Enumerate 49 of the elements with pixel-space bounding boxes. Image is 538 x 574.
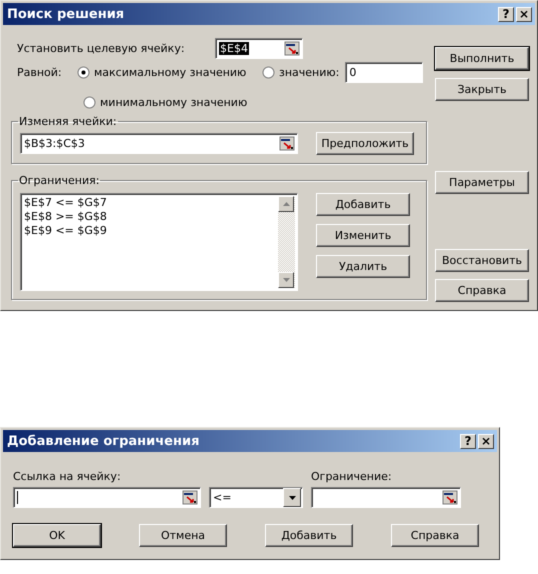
close-button[interactable]: × xyxy=(516,6,532,22)
scrollbar[interactable] xyxy=(278,196,295,288)
dialog-button[interactable]: Изменить xyxy=(316,224,410,247)
dialog-button[interactable]: Справка xyxy=(435,279,529,302)
field-label: Ссылка на ячейку: xyxy=(13,470,122,483)
help-button[interactable]: ? xyxy=(460,434,476,448)
group-label: Ограничения: xyxy=(18,174,100,187)
dialog-button[interactable]: Отмена xyxy=(139,524,227,547)
radio-button[interactable] xyxy=(77,66,90,78)
field-label: Ограничение: xyxy=(311,470,393,483)
up-arrow-icon xyxy=(282,202,290,206)
constraints-list[interactable]: $E$7 <= $G$7 $E$8 >= $G$8 $E$9 <= $G$9 xyxy=(20,193,298,291)
dialog-button[interactable]: Добавить xyxy=(265,524,353,547)
radio-label: минимальному значению xyxy=(100,96,248,108)
list-item[interactable]: $E$7 <= $G$7 xyxy=(24,196,275,209)
list-item[interactable]: $E$8 >= $G$8 xyxy=(24,210,275,223)
dialog-button[interactable]: Закрыть xyxy=(435,78,529,101)
input-field[interactable] xyxy=(311,487,461,508)
field-label: Установить целевую ячейку: xyxy=(16,42,186,54)
down-arrow-icon xyxy=(282,278,290,282)
list-item[interactable]: $E$9 <= $G$9 xyxy=(24,224,275,237)
radio-label: значению: xyxy=(279,66,340,78)
dialog-button[interactable]: Удалить xyxy=(316,255,410,278)
dropdown-arrow-icon xyxy=(288,496,296,500)
range-picker-icon[interactable] xyxy=(442,490,458,505)
dialog-button[interactable]: Добавить xyxy=(316,193,410,216)
radio-label: максимальному значению xyxy=(94,66,246,78)
window-title: Добавление ограничения xyxy=(7,434,200,448)
range-picker-icon[interactable] xyxy=(182,490,198,505)
radio-button[interactable] xyxy=(262,66,275,78)
group-label: Изменяя ячейки: xyxy=(18,115,118,128)
window-title: Поиск решения xyxy=(7,6,126,22)
dialog-button[interactable]: OK xyxy=(13,524,101,547)
dialog-button[interactable]: Выполнить xyxy=(435,47,529,70)
dialog-button[interactable]: Параметры xyxy=(435,171,529,194)
dialog-button[interactable]: Справка xyxy=(391,524,479,547)
dialog-button[interactable]: Предположить xyxy=(316,132,414,155)
input-field[interactable]: $E$4 xyxy=(215,38,303,58)
range-picker-icon[interactable] xyxy=(279,136,295,151)
operator-dropdown[interactable]: <= xyxy=(209,487,303,508)
close-button[interactable]: × xyxy=(478,434,494,448)
dialog-button[interactable]: Восстановить xyxy=(435,249,529,272)
input-field[interactable]: 0 xyxy=(345,62,424,82)
input-field[interactable] xyxy=(13,487,201,508)
field-label: Равной: xyxy=(16,66,63,78)
help-button[interactable]: ? xyxy=(498,6,514,22)
radio-button[interactable] xyxy=(83,96,96,108)
input-field[interactable]: $B$3:$C$3 xyxy=(20,133,298,154)
range-picker-icon[interactable] xyxy=(284,40,300,56)
